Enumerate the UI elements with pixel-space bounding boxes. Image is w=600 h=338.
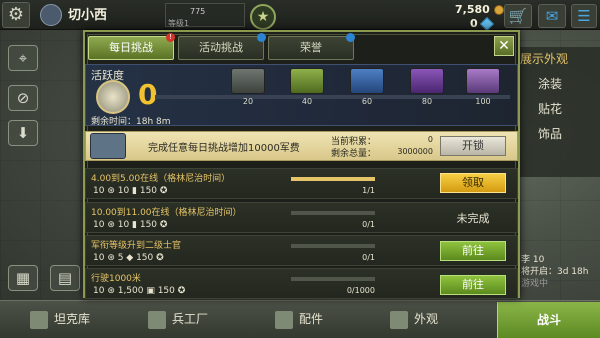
menu-item-accessory[interactable]: 饰品 bbox=[538, 125, 562, 142]
lock-icon bbox=[346, 33, 355, 42]
nav-appearance-label: 外观 bbox=[414, 312, 439, 326]
task-rewards: 10 ⊛ 1,500 ▣ 150 ✪ bbox=[93, 286, 186, 296]
go-button[interactable]: 前往 bbox=[440, 275, 506, 295]
garage-icon bbox=[30, 310, 48, 329]
milestone-label: 40 bbox=[301, 97, 313, 106]
chest-icon[interactable] bbox=[410, 68, 444, 94]
medal-icon bbox=[96, 80, 130, 114]
nav-arsenal-label: 兵工厂 bbox=[172, 312, 209, 326]
task-progress-bar bbox=[291, 277, 375, 281]
task-rewards: 10 ⊛ 10 ▮ 150 ✪ bbox=[93, 220, 168, 230]
rank-icon[interactable]: ★ bbox=[250, 4, 276, 30]
settings-gear-icon[interactable]: ⚙ bbox=[2, 2, 30, 28]
right-menu-title: 展示外观 bbox=[520, 52, 569, 66]
chest-icon[interactable] bbox=[350, 68, 384, 94]
shop-cart-icon[interactable]: 🛒 bbox=[504, 4, 532, 28]
alert-badge-icon: ! bbox=[166, 33, 175, 42]
down-arrow-icon[interactable]: ⬇ bbox=[8, 120, 38, 146]
bonus-remaining-value: 3000000 bbox=[397, 147, 433, 156]
task-title: 军衔等级升到二级士官 bbox=[91, 241, 182, 251]
nav-parts-label: 配件 bbox=[299, 312, 324, 326]
tab-honor[interactable]: 荣誉 bbox=[268, 36, 354, 60]
bonus-chest-icon bbox=[90, 133, 126, 159]
gem-balance-value: 0 bbox=[470, 17, 478, 30]
menu-icon[interactable]: ☰ bbox=[571, 4, 597, 28]
milestone-label: 20 bbox=[242, 97, 254, 106]
tab-daily[interactable]: 每日挑战 bbox=[88, 36, 174, 60]
task-title: 4.00到5.00在线（格林尼治时间） bbox=[91, 174, 231, 184]
activity-progress-track bbox=[155, 95, 510, 99]
task-title: 行驶1000米 bbox=[91, 274, 141, 284]
level-sublabel: 等级1 bbox=[168, 19, 190, 28]
no-camera-icon[interactable]: ⊘ bbox=[8, 85, 38, 111]
coin-balance-value: 7,580 bbox=[455, 3, 490, 16]
milestone-label: 60 bbox=[361, 97, 373, 106]
gem-icon bbox=[479, 16, 494, 32]
task-progress-bar bbox=[291, 244, 375, 248]
mail-icon[interactable]: ✉ bbox=[538, 4, 566, 28]
task-count: 0/1000 bbox=[346, 286, 375, 295]
player-avatar[interactable] bbox=[40, 4, 62, 26]
bonus-remaining-label: 剩余总量： bbox=[331, 149, 377, 159]
level-value: 775 bbox=[190, 7, 206, 16]
nav-appearance[interactable]: 外观 bbox=[390, 306, 438, 332]
calendar-icon[interactable]: ▦ bbox=[8, 265, 38, 291]
chest-icon[interactable] bbox=[290, 68, 324, 94]
bonus-text: 完成任意每日挑战增加10000军费 bbox=[148, 143, 300, 154]
nav-parts[interactable]: 配件 bbox=[275, 306, 323, 332]
task-count: 0/1 bbox=[362, 253, 375, 262]
task-progress-bar bbox=[291, 211, 375, 215]
paint-icon bbox=[390, 310, 408, 329]
menu-item-paint[interactable]: 涂装 bbox=[538, 75, 562, 92]
task-count: 0/1 bbox=[362, 220, 375, 229]
task-progress-bar bbox=[291, 177, 375, 181]
close-button[interactable]: ✕ bbox=[494, 36, 514, 56]
claim-button[interactable]: 领取 bbox=[440, 173, 506, 193]
nav-garage-label: 坦克库 bbox=[54, 312, 91, 326]
menu-item-decal[interactable]: 贴花 bbox=[538, 100, 562, 117]
task-status: 未完成 bbox=[456, 212, 490, 225]
player-name: 切小西 bbox=[68, 8, 108, 23]
chest-icon[interactable] bbox=[231, 68, 265, 94]
task-rewards: 10 ⊛ 10 ▮ 150 ✪ bbox=[93, 186, 168, 196]
task-count: 1/1 bbox=[362, 186, 375, 195]
bonus-current-value: 0 bbox=[427, 135, 433, 144]
milestone-label: 100 bbox=[475, 97, 491, 106]
battle-button[interactable]: 战斗 bbox=[497, 302, 600, 338]
coin-balance: 7,580 bbox=[455, 3, 504, 16]
task-title: 10.00到11.00在线（格林尼治时间） bbox=[91, 208, 242, 218]
lock-icon bbox=[257, 33, 266, 42]
wrench-icon bbox=[148, 310, 166, 329]
unlock-button[interactable]: 开锁 bbox=[440, 136, 506, 156]
task-progress-fill bbox=[291, 177, 375, 181]
right-info-line3: 游戏中 bbox=[521, 279, 549, 289]
nav-arsenal[interactable]: 兵工厂 bbox=[148, 306, 208, 332]
gem-balance: 0 bbox=[470, 16, 494, 32]
time-remaining: 剩余时间：18h 8m bbox=[91, 117, 171, 127]
chest-icon[interactable] bbox=[466, 68, 500, 94]
milestone-label: 80 bbox=[421, 97, 433, 106]
document-icon[interactable]: ▤ bbox=[50, 265, 80, 291]
coin-icon bbox=[493, 5, 504, 15]
target-icon[interactable]: ⌖ bbox=[8, 45, 38, 71]
gear-part-icon bbox=[275, 310, 293, 329]
tab-event[interactable]: 活动挑战 bbox=[178, 36, 264, 60]
nav-garage[interactable]: 坦克库 bbox=[30, 306, 90, 332]
task-rewards: 10 ⊛ 5 ◆ 150 ✪ bbox=[93, 253, 164, 263]
go-button[interactable]: 前往 bbox=[440, 241, 506, 261]
